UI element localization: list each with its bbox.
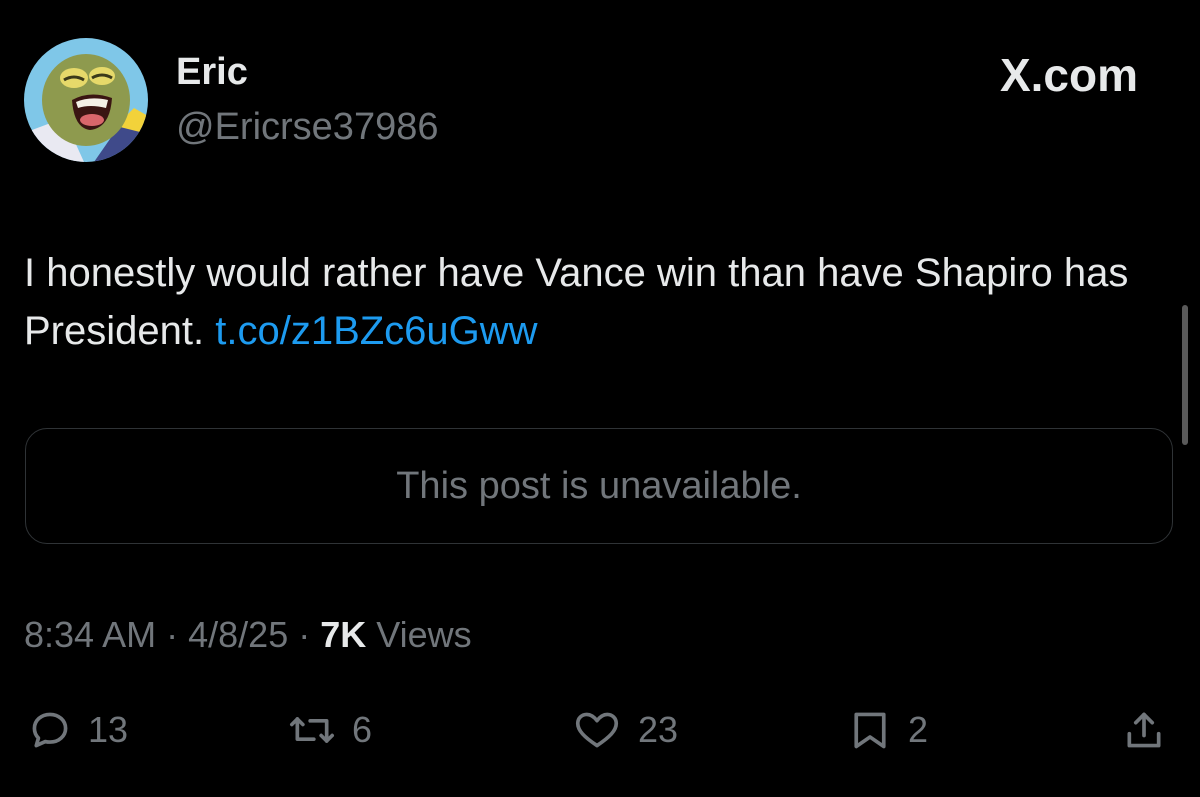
scrollbar[interactable] [1182,305,1188,445]
x-brand-label: X.com [999,49,1138,101]
views-label: Views [376,614,472,655]
meta-separator: · [166,614,179,655]
bookmark-button[interactable]: 2 [848,700,928,760]
views-count: 7K [320,614,367,655]
post-meta: 8:34 AM · 4/8/25 · 7K Views [24,613,472,657]
cartoon-fish-avatar-icon [24,38,148,162]
author-handle[interactable]: @Ericrse37986 [176,105,438,149]
action-bar: 13 6 23 2 [0,700,1200,760]
repost-icon [290,717,334,743]
repost-button[interactable]: 6 [288,700,372,760]
post-time[interactable]: 8:34 AM [24,614,156,655]
meta-separator: · [298,614,311,655]
author-display-name[interactable]: Eric [176,50,248,94]
quoted-post-card[interactable]: This post is unavailable. [25,428,1173,544]
heart-icon [575,712,619,748]
bookmark-icon [854,712,886,749]
post-date[interactable]: 4/8/25 [188,614,288,655]
avatar[interactable] [24,38,148,162]
post-body: I honestly would rather have Vance win t… [24,251,1129,353]
reply-count: 13 [88,709,129,750]
bookmark-count: 2 [908,709,929,750]
post-text: I honestly would rather have Vance win t… [24,244,1154,360]
share-icon [1127,712,1161,748]
like-button[interactable]: 23 [572,700,678,760]
post-link[interactable]: t.co/z1BZc6uGww [215,309,537,353]
reply-button[interactable]: 13 [28,700,128,760]
share-button[interactable] [1122,700,1166,760]
like-count: 23 [638,709,679,750]
reply-icon [32,712,68,748]
repost-count: 6 [352,709,373,750]
quoted-post-unavailable-message: This post is unavailable. [396,464,802,507]
